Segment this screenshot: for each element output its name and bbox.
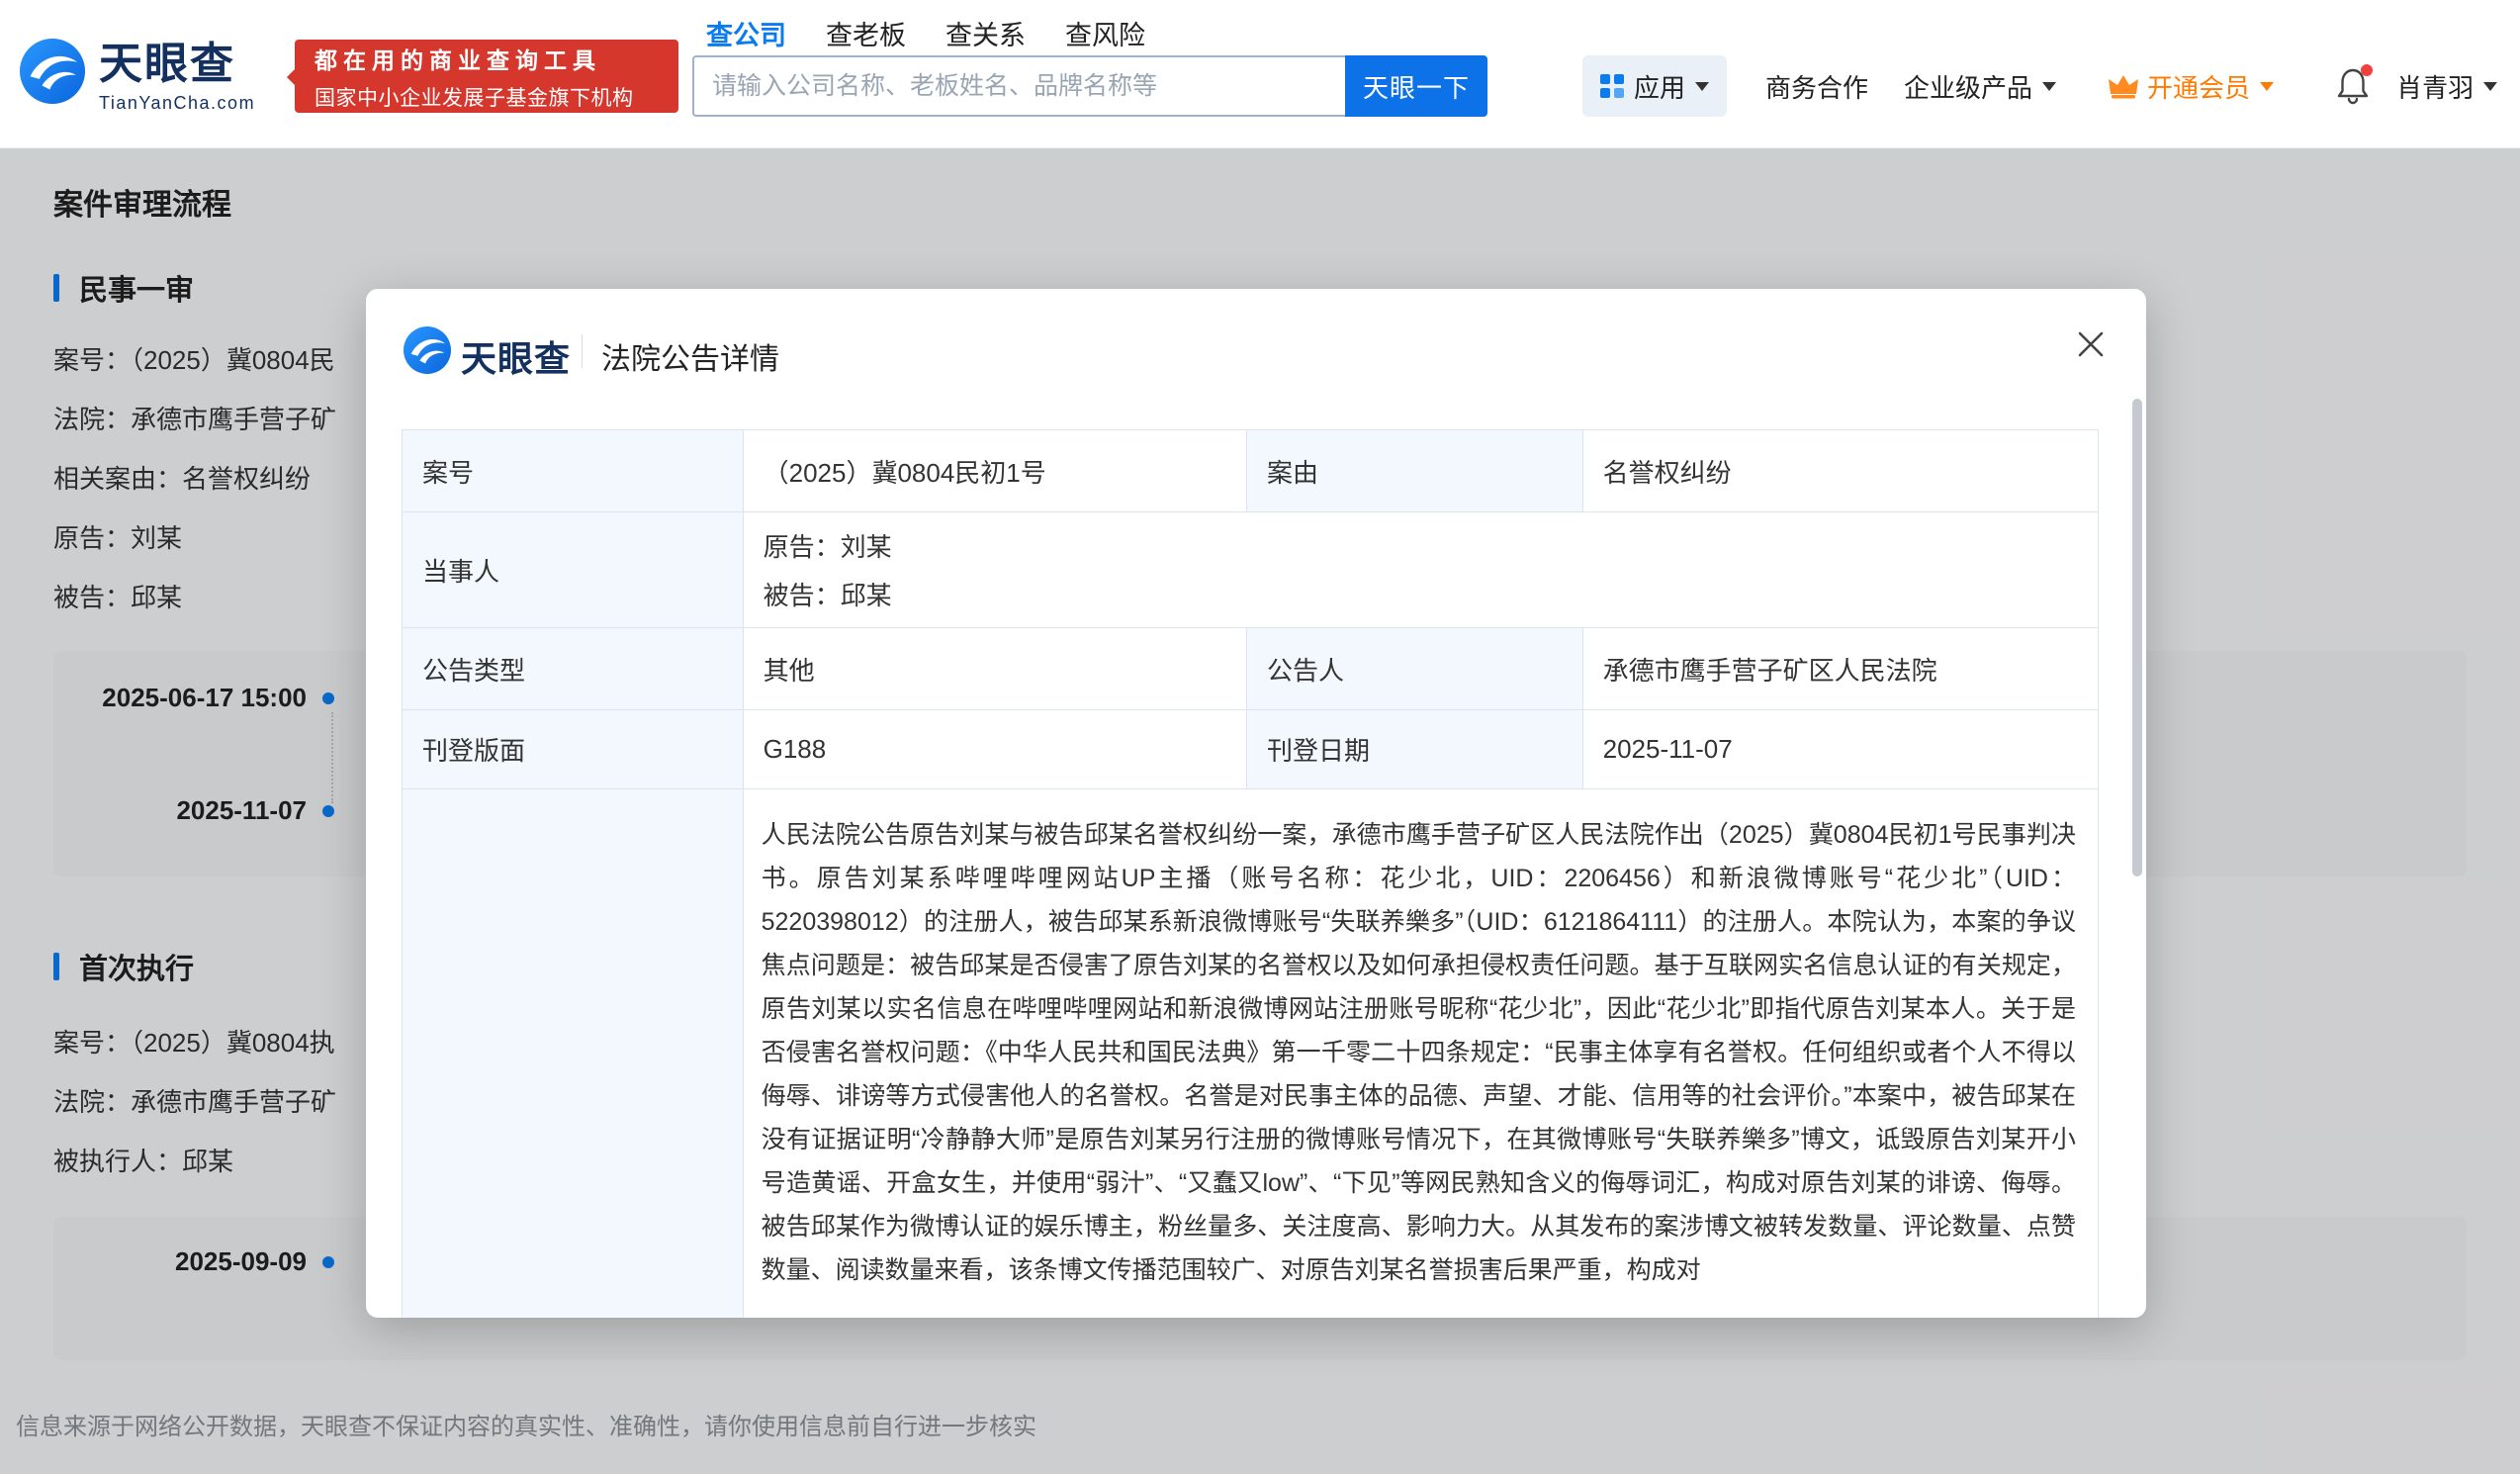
table-row: 公告类型 其他 公告人 承德市鹰手营子矿区人民法院 (403, 628, 2098, 710)
value-announcer: 承德市鹰手营子矿区人民法院 (1582, 628, 2098, 710)
search-bar: 天眼一下 (692, 55, 1487, 117)
party-defendant: 被告：邱某 (763, 581, 892, 610)
notifications-button[interactable] (2335, 64, 2374, 106)
apps-menu-button[interactable]: 应用 (1582, 55, 1728, 117)
modal-brand-name: 天眼查 (461, 338, 572, 379)
nav-enterprise-label: 企业级产品 (1904, 72, 2033, 103)
apps-grid-icon (1600, 74, 1624, 98)
label-announcer: 公告人 (1247, 628, 1583, 710)
value-case-number: （2025）冀0804民初1号 (743, 430, 1247, 512)
header-nav: 应用 商务合作 企业级产品 开通会员 肖青羽 (1582, 55, 2498, 117)
label-parties: 当事人 (403, 512, 744, 628)
tianyancha-logo-icon (20, 38, 85, 104)
value-publish-date: 2025-11-07 (1582, 710, 2098, 789)
party-plaintiff: 原告：刘某 (763, 532, 892, 562)
modal-title: 法院公告详情 (601, 343, 779, 376)
label-content-empty (403, 789, 744, 1318)
label-publish-date: 刊登日期 (1247, 710, 1583, 789)
divider (582, 334, 583, 368)
promo-line-2: 国家中小企业发展子基金旗下机构 (315, 86, 634, 110)
top-header: 天眼查 TianYanCha.com 都在用的商业查询工具 国家中小企业发展子基… (0, 0, 2520, 148)
label-page-edition: 刊登版面 (403, 710, 744, 789)
value-announcement-type: 其他 (743, 628, 1247, 710)
user-menu[interactable]: 肖青羽 (2396, 68, 2498, 105)
username: 肖青羽 (2396, 72, 2475, 103)
brand-domain: TianYanCha.com (99, 93, 256, 113)
value-cause: 名誉权纠纷 (1582, 430, 2098, 512)
close-icon[interactable] (2071, 324, 2111, 364)
brand-text: 天眼查 TianYanCha.com (99, 28, 255, 114)
modal-header: 天眼查 法院公告详情 (366, 289, 2146, 429)
nav-business-cooperation[interactable]: 商务合作 (1765, 68, 1868, 105)
chevron-down-icon (1695, 81, 1710, 91)
announcement-table: 案号 （2025）冀0804民初1号 案由 名誉权纠纷 当事人 原告：刘某 被告… (402, 429, 2099, 1318)
chevron-down-icon (2042, 81, 2057, 91)
promo-banner: 都在用的商业查询工具 国家中小企业发展子基金旗下机构 (287, 40, 678, 113)
table-row: 当事人 原告：刘某 被告：邱某 (403, 512, 2098, 628)
table-row: 人民法院公告原告刘某与被告邱某名誉权纠纷一案，承德市鹰手营子矿区人民法院作出（2… (403, 789, 2098, 1318)
announcement-content: 人民法院公告原告刘某与被告邱某名誉权纠纷一案，承德市鹰手营子矿区人民法院作出（2… (761, 821, 2076, 1284)
tianyancha-logo-icon (404, 326, 451, 374)
chevron-down-icon (2483, 81, 2498, 91)
modal-scrollbar[interactable] (2132, 399, 2142, 876)
label-announcement-type: 公告类型 (403, 628, 744, 710)
value-parties: 原告：刘某 被告：邱某 (743, 512, 2098, 628)
nav-open-vip[interactable]: 开通会员 (2108, 68, 2275, 105)
label-cause: 案由 (1247, 430, 1583, 512)
search-button[interactable]: 天眼一下 (1345, 55, 1487, 117)
search-input[interactable] (692, 55, 1345, 117)
crown-icon (2109, 75, 2139, 99)
court-announcement-modal: 天眼查 法院公告详情 案号 （2025）冀0804民初1号 案由 名誉权纠纷 当… (366, 289, 2146, 1318)
apps-menu-label: 应用 (1634, 72, 1686, 103)
chevron-down-icon (2260, 81, 2275, 91)
nav-enterprise-products[interactable]: 企业级产品 (1904, 68, 2057, 105)
brand-name: 天眼查 (99, 40, 235, 88)
promo-line-1: 都在用的商业查询工具 (315, 46, 601, 73)
nav-vip-label: 开通会员 (2147, 72, 2251, 103)
notification-badge (2361, 64, 2374, 76)
table-row: 案号 （2025）冀0804民初1号 案由 名誉权纠纷 (403, 430, 2098, 512)
table-row: 刊登版面 G188 刊登日期 2025-11-07 (403, 710, 2098, 789)
label-case-number: 案号 (403, 430, 744, 512)
tianyancha-logo[interactable]: 天眼查 TianYanCha.com (20, 28, 255, 114)
value-page-edition: G188 (743, 710, 1247, 789)
